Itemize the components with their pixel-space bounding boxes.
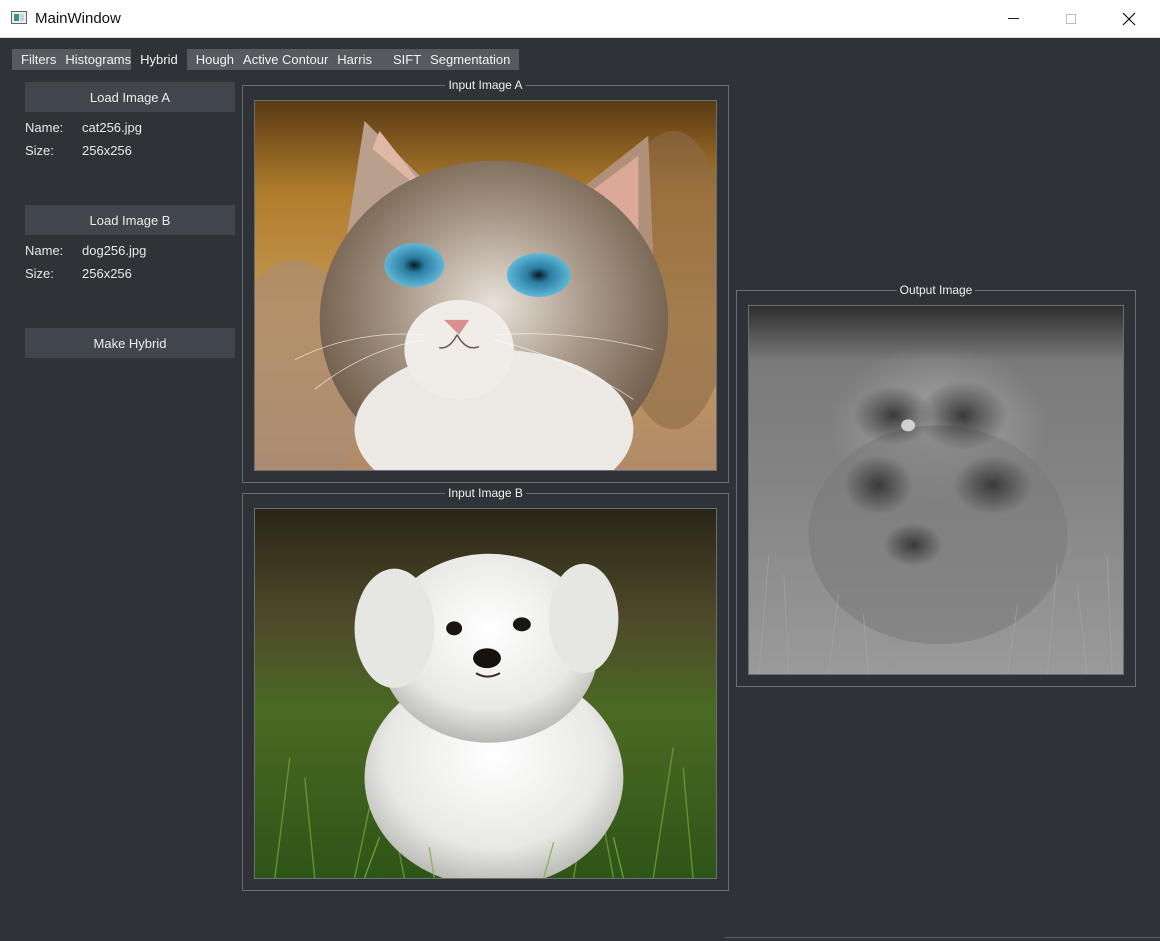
- tab-harris[interactable]: Harris: [328, 49, 384, 70]
- maximize-button[interactable]: [1048, 0, 1094, 37]
- tab-sift[interactable]: SIFT: [384, 49, 421, 70]
- input-image-b-view: [254, 508, 717, 879]
- image-a-name-label: Name:: [25, 120, 64, 135]
- image-b-size-row: Size: 256x256: [25, 266, 132, 281]
- title-bar: MainWindow: [0, 0, 1160, 38]
- tab-histograms[interactable]: Histograms: [56, 49, 131, 70]
- load-image-a-button[interactable]: Load Image A: [25, 82, 235, 112]
- image-b-size-value: 256x256: [82, 266, 132, 281]
- image-b-name-row: Name: dog256.jpg: [25, 243, 146, 258]
- image-a-name-value: cat256.jpg: [82, 120, 142, 135]
- input-image-a-view: [254, 100, 717, 471]
- close-icon: [1122, 12, 1136, 25]
- output-image-view: [748, 305, 1124, 675]
- close-button[interactable]: [1106, 0, 1152, 37]
- image-b-name-label: Name:: [25, 243, 64, 258]
- tab-active-contour[interactable]: Active Contour: [234, 49, 328, 70]
- app-icon: [11, 11, 27, 24]
- tab-hybrid[interactable]: Hybrid: [131, 49, 187, 70]
- image-b-size-label: Size:: [25, 266, 54, 281]
- load-image-b-button[interactable]: Load Image B: [25, 205, 235, 235]
- maximize-icon: [1066, 13, 1076, 24]
- image-a-size-label: Size:: [25, 143, 54, 158]
- output-image-title: Output Image: [896, 283, 976, 297]
- window-title: MainWindow: [35, 10, 121, 27]
- hybrid-image: [749, 306, 1123, 674]
- tab-hough[interactable]: Hough: [187, 49, 234, 70]
- tab-filters[interactable]: Filters: [12, 49, 56, 70]
- image-a-size-value: 256x256: [82, 143, 132, 158]
- tab-bar: Filters Histograms Hybrid Hough Active C…: [12, 49, 520, 70]
- input-image-a-title: Input Image A: [445, 78, 526, 92]
- cat-image: [255, 101, 716, 470]
- minimize-button[interactable]: [990, 0, 1036, 37]
- image-a-size-row: Size: 256x256: [25, 143, 132, 158]
- status-bar-edge: [725, 937, 1160, 938]
- make-hybrid-button[interactable]: Make Hybrid: [25, 328, 235, 358]
- minimize-icon: [1007, 18, 1019, 19]
- input-image-b-title: Input Image B: [445, 486, 526, 500]
- tab-segmentation[interactable]: Segmentation: [421, 49, 519, 70]
- dog-image: [255, 509, 716, 878]
- image-b-name-value: dog256.jpg: [82, 243, 147, 258]
- image-a-name-row: Name: cat256.jpg: [25, 120, 142, 135]
